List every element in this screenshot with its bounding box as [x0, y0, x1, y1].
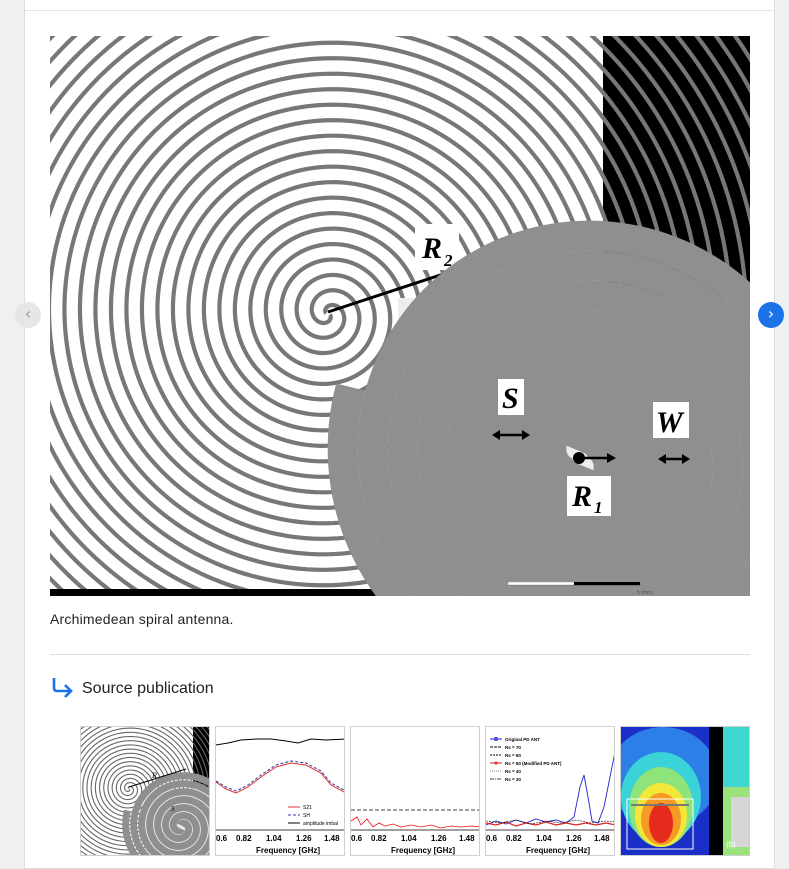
svg-text:Rs = 60: Rs = 60: [505, 753, 521, 758]
svg-text:1.26: 1.26: [566, 834, 582, 843]
svg-text:0.82: 0.82: [236, 834, 252, 843]
r2-label: R: [421, 232, 442, 265]
chevron-right-icon: ›: [767, 304, 775, 323]
svg-text:Rs = 70: Rs = 70: [505, 745, 521, 750]
chevron-left-icon: ‹: [24, 304, 32, 323]
section-divider: [50, 654, 750, 655]
svg-text:1.04: 1.04: [536, 834, 552, 843]
svg-text:Frequency [GHz]: Frequency [GHz]: [526, 846, 590, 855]
svg-text:Rs = 40: Rs = 40: [505, 769, 521, 774]
svg-text:0.6: 0.6: [486, 834, 498, 843]
bottom-black-bar: [50, 589, 400, 596]
svg-text:1: 1: [594, 498, 603, 517]
previous-figure-button[interactable]: ‹: [15, 302, 41, 328]
r1-label: R: [571, 480, 592, 513]
svg-text:(b): (b): [726, 840, 736, 849]
figure-card: R 2 S W R 1 5 (mm) Archimedean spiral an…: [24, 0, 775, 869]
svg-text:0.82: 0.82: [371, 834, 387, 843]
svg-text:0.6: 0.6: [351, 834, 363, 843]
thumbnail-amplitude-plot[interactable]: 0.6 0.82 1.04 1.26 1.48 Frequency [GHz]: [350, 726, 480, 856]
svg-text:1.26: 1.26: [296, 834, 312, 843]
thumbnail-strip: R S S21 SH amplitude imbal 0.6 0.82 1.04: [80, 726, 750, 856]
thumbnail-field-heatmap[interactable]: (b): [620, 726, 750, 856]
figure-caption: Archimedean spiral antenna.: [50, 611, 234, 627]
svg-text:Rs = 30: Rs = 30: [505, 777, 521, 782]
svg-text:S21: S21: [303, 805, 312, 811]
thumbnail-s-parameter-plot[interactable]: S21 SH amplitude imbal 0.6 0.82 1.04 1.2…: [215, 726, 345, 856]
svg-text:SH: SH: [303, 813, 310, 819]
svg-text:0.6: 0.6: [216, 834, 228, 843]
s-label: S: [502, 382, 519, 415]
card-top-divider: [25, 10, 774, 11]
svg-text:Frequency [GHz]: Frequency [GHz]: [256, 846, 320, 855]
svg-text:5 (mm): 5 (mm): [637, 590, 653, 596]
svg-text:Rs = 50 (Modified PD ANT): Rs = 50 (Modified PD ANT): [505, 761, 562, 766]
source-publication-label: Source publication: [82, 680, 214, 697]
main-figure-image[interactable]: R 2 S W R 1 5 (mm): [50, 36, 750, 596]
svg-text:1.48: 1.48: [459, 834, 475, 843]
svg-text:1.04: 1.04: [401, 834, 417, 843]
w-label: W: [656, 406, 685, 439]
next-figure-button[interactable]: ›: [758, 302, 784, 328]
return-arrow-icon: [50, 676, 76, 703]
svg-text:0.82: 0.82: [506, 834, 522, 843]
svg-text:R: R: [151, 771, 157, 780]
svg-text:1.48: 1.48: [594, 834, 610, 843]
svg-text:amplitude imbal: amplitude imbal: [303, 821, 338, 827]
svg-text:1.48: 1.48: [324, 834, 340, 843]
svg-text:1.04: 1.04: [266, 834, 282, 843]
thumbnail-spiral[interactable]: R S: [80, 726, 210, 856]
svg-text:Frequency [GHz]: Frequency [GHz]: [391, 846, 455, 855]
svg-text:Original PD ANT: Original PD ANT: [505, 737, 540, 742]
svg-text:S: S: [171, 805, 175, 813]
svg-text:1.26: 1.26: [431, 834, 447, 843]
source-publication-header[interactable]: Source publication: [50, 674, 214, 704]
thumbnail-rs-comparison-plot[interactable]: Original PD ANT Rs = 70 Rs = 60 Rs = 50 …: [485, 726, 615, 856]
